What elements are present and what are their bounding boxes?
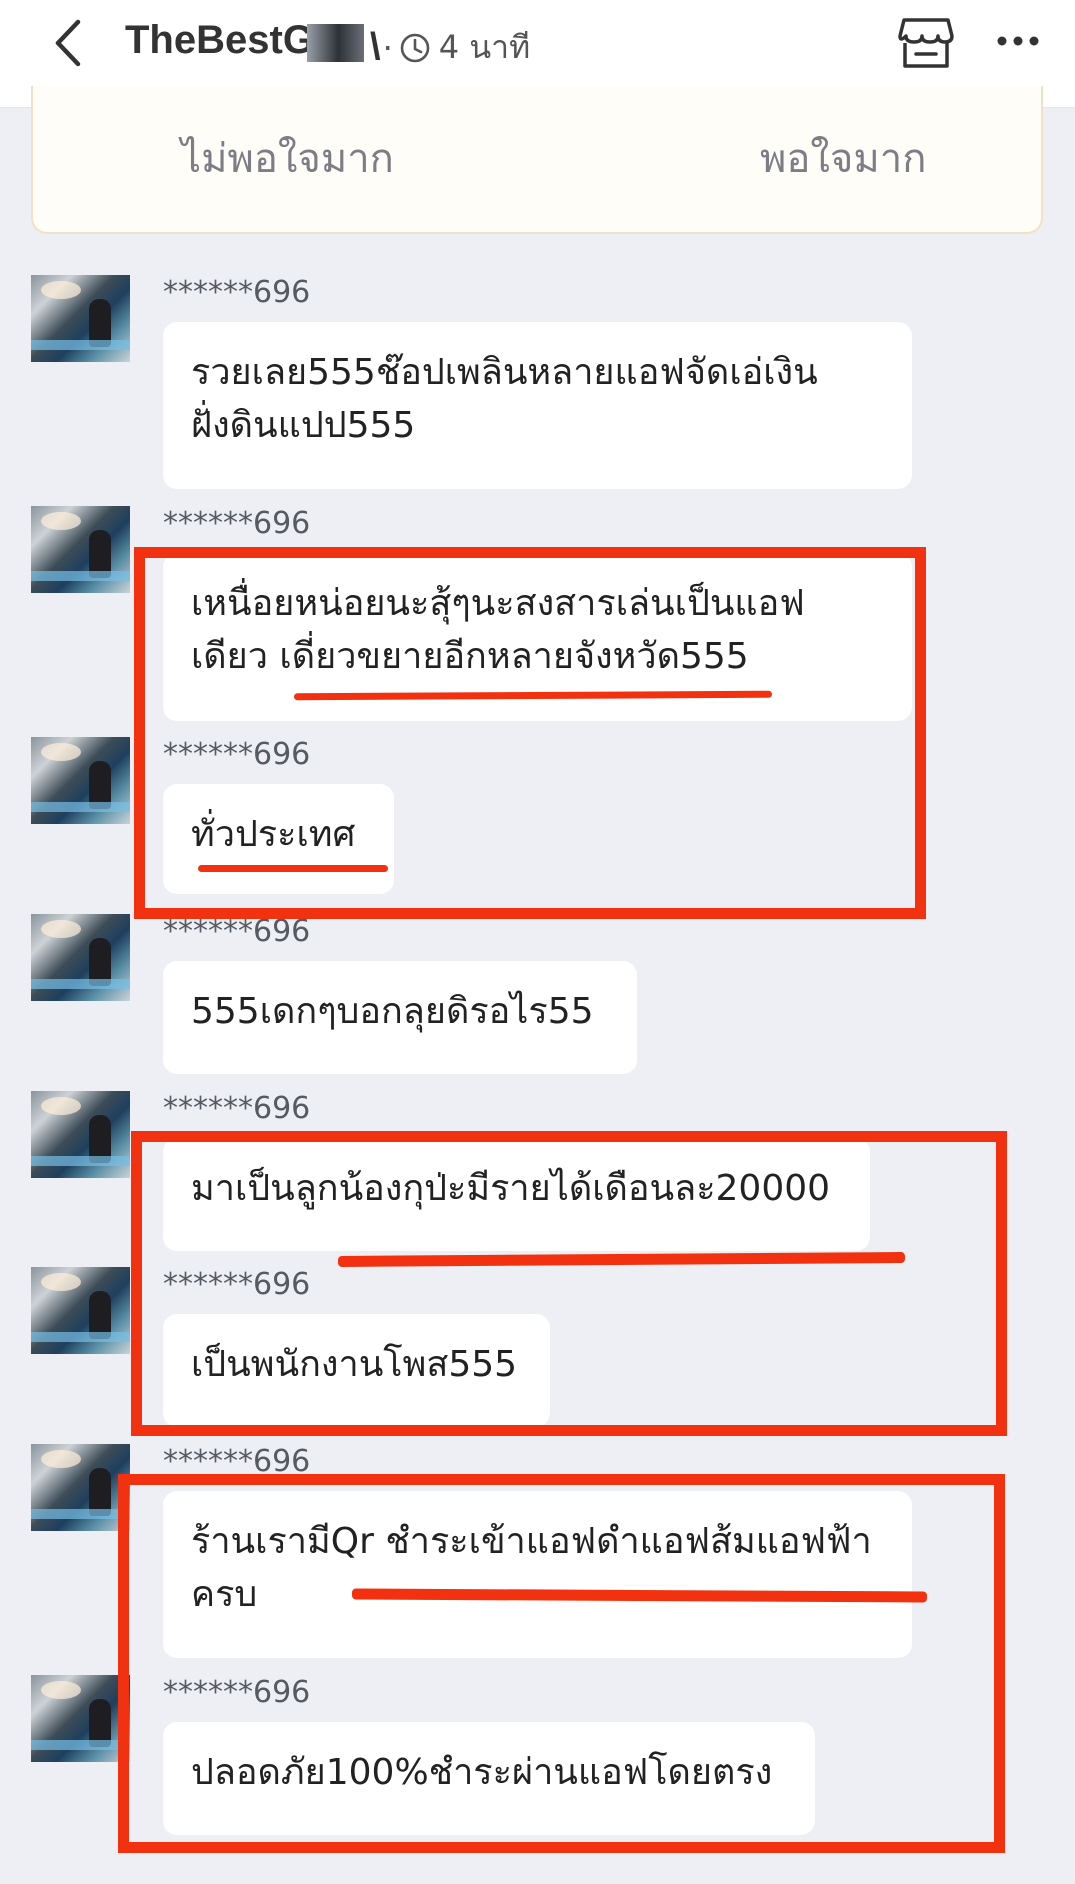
avatar[interactable] [31,1675,130,1762]
avatar[interactable] [31,275,130,362]
message-bubble[interactable]: รวยเลย555ช๊อปเพลินหลายแอฟจัดเอ่เงิน ฝั่ง… [163,322,912,489]
chat-title[interactable]: TheBestG [125,18,314,63]
annotation-box [131,1131,1007,1436]
avatar[interactable] [31,914,130,1001]
annotation-box [134,547,926,919]
message-text: 555เดกๆบอกลุยดิรอไร55 [191,991,594,1032]
avatar[interactable] [31,1444,130,1531]
chat-title-text: TheBestG [125,18,314,62]
sender-name: ******696 [163,1091,311,1126]
title-tail: \ [370,26,381,68]
sender-name: ******696 [163,275,311,310]
annotation-box [118,1474,1005,1853]
rating-low-option[interactable]: ไม่พอใจมาก [181,126,394,190]
message-text: รวยเลย555ช๊อปเพลินหลายแอฟจัดเอ่เงิน [191,352,818,393]
shop-icon[interactable] [896,14,956,72]
annotation-underline [198,865,388,872]
separator-dot: · [382,28,393,67]
sender-name: ******696 [163,914,311,949]
rating-high-option[interactable]: พอใจมาก [760,126,926,190]
avatar[interactable] [31,506,130,593]
last-active: \ · 4 นาที [370,22,530,73]
message-text: ฝั่งดินแปป555 [191,405,416,446]
clock-icon [400,33,430,62]
redacted-mark [307,24,364,62]
message-bubble[interactable]: 555เดกๆบอกลุยดิรอไร55 [163,961,637,1074]
last-active-time: 4 นาที [438,28,531,66]
avatar[interactable] [31,737,130,824]
more-icon[interactable] [996,30,1040,52]
avatar[interactable] [31,1091,130,1178]
back-icon[interactable] [44,16,94,70]
rating-card: ไม่พอใจมาก พอใจมาก [31,86,1043,234]
avatar[interactable] [31,1267,130,1354]
sender-name: ******696 [163,506,311,541]
